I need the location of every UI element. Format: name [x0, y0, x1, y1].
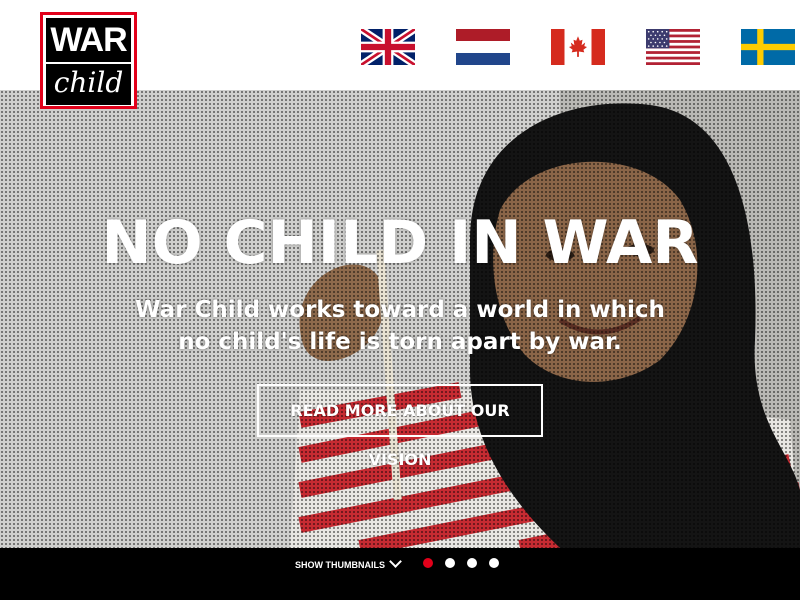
carousel-controls: SHOW THUMBNAILS: [0, 548, 800, 600]
war-child-logo[interactable]: WAR child: [40, 12, 137, 109]
show-thumbnails-label: SHOW THUMBNAILS: [295, 560, 385, 570]
flag-netherlands-icon[interactable]: [456, 29, 510, 65]
read-more-vision-button[interactable]: READ MORE ABOUT OUR VISION: [257, 384, 543, 469]
flag-usa-icon[interactable]: [646, 29, 700, 65]
hero-subtitle: War Child works toward a world in which …: [135, 297, 665, 355]
logo-text-child: child: [46, 64, 131, 105]
chevron-down-icon: [389, 555, 402, 568]
flag-uk-icon[interactable]: [361, 29, 415, 65]
flag-canada-icon[interactable]: [551, 29, 605, 65]
hero-title: NO CHILD IN WAR: [101, 208, 699, 278]
flag-sweden-icon[interactable]: [741, 29, 795, 65]
slide-dot-3[interactable]: [467, 558, 477, 568]
slide-dot-4[interactable]: [489, 558, 499, 568]
slide-dot-2[interactable]: [445, 558, 455, 568]
show-thumbnails-button[interactable]: SHOW THUMBNAILS: [295, 555, 402, 570]
logo-text-war: WAR: [46, 18, 131, 62]
hero-slide: NO CHILD IN WAR War Child works toward a…: [0, 90, 800, 548]
slide-dot-1[interactable]: [423, 558, 433, 568]
